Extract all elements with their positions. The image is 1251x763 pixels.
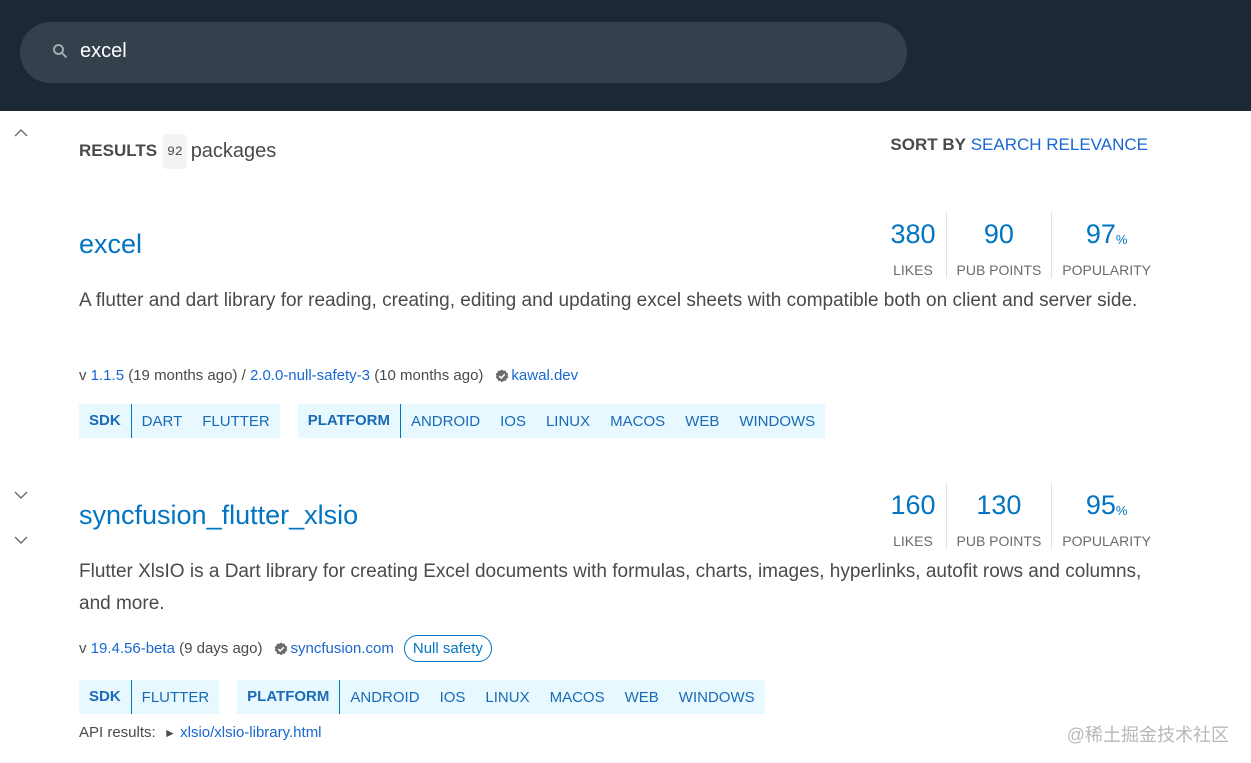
api-results: API results: ► xlsio/xlsio-library.html	[79, 724, 322, 741]
sort-value[interactable]: SEARCH RELEVANCE	[971, 135, 1148, 154]
sdk-tag-head[interactable]: SDK	[79, 680, 132, 714]
tag-dart[interactable]: DART	[132, 413, 193, 430]
results-count: 92	[163, 133, 187, 169]
search-icon	[53, 44, 68, 59]
version-link[interactable]: 1.1.5	[91, 367, 124, 384]
likes-score: 160 LIKES	[880, 483, 945, 549]
pub-points-score: 130 PUB POINTS	[945, 483, 1052, 549]
score-label: PUB POINTS	[956, 533, 1042, 549]
platform-tag-group: PLATFORM ANDROID IOS LINUX MACOS WEB WIN…	[297, 404, 826, 438]
null-safety-badge[interactable]: Null safety	[403, 635, 492, 662]
sdk-tag-head[interactable]: SDK	[79, 404, 132, 438]
results-label: RESULTS	[79, 141, 158, 160]
publisher-link[interactable]: syncfusion.com	[290, 640, 393, 657]
likes-score: 380 LIKES	[880, 212, 945, 278]
score-label: LIKES	[893, 262, 933, 278]
tag-macos[interactable]: MACOS	[600, 413, 675, 430]
prerelease-link[interactable]: 2.0.0-null-safety-3	[250, 367, 370, 384]
tag-ios[interactable]: IOS	[430, 689, 476, 706]
chevron-down-icon[interactable]	[14, 535, 28, 545]
play-marker-icon: ►	[164, 726, 176, 740]
package-tags: SDK FLUTTER PLATFORM ANDROID IOS LINUX M…	[79, 680, 783, 714]
tag-windows[interactable]: WINDOWS	[729, 413, 825, 430]
package-title[interactable]: excel	[79, 229, 142, 260]
verified-icon	[275, 642, 288, 655]
package-scores: 380 LIKES 90 PUB POINTS 97% POPULARITY	[880, 212, 1151, 278]
api-results-label: API results:	[79, 724, 156, 741]
score-value: 380	[890, 219, 936, 249]
score-value: 160	[890, 490, 936, 520]
package-scores: 160 LIKES 130 PUB POINTS 95% POPULARITY	[880, 483, 1151, 549]
tag-linux[interactable]: LINUX	[536, 413, 600, 430]
sdk-tag-group: SDK FLUTTER	[79, 680, 220, 714]
score-label: POPULARITY	[1062, 262, 1151, 278]
results-summary: RESULTS 92 packages	[79, 133, 276, 169]
chevron-down-icon[interactable]	[14, 490, 28, 500]
tag-windows[interactable]: WINDOWS	[669, 689, 765, 706]
tag-flutter[interactable]: FLUTTER	[132, 689, 220, 706]
publisher-link[interactable]: kawal.dev	[511, 367, 578, 384]
package-description: Flutter XlsIO is a Dart library for crea…	[79, 561, 1142, 614]
package-description: A flutter and dart library for reading, …	[79, 290, 1138, 311]
score-label: LIKES	[893, 533, 933, 549]
package-tags: SDK DART FLUTTER PLATFORM ANDROID IOS LI…	[79, 404, 843, 438]
sort-control[interactable]: SORT BY SEARCH RELEVANCE	[890, 135, 1148, 155]
platform-tag-head[interactable]: PLATFORM	[237, 680, 341, 714]
verified-icon	[496, 369, 509, 382]
api-result-link[interactable]: xlsio/xlsio-library.html	[180, 724, 321, 741]
tag-ios[interactable]: IOS	[490, 413, 536, 430]
tag-android[interactable]: ANDROID	[401, 413, 490, 430]
results-unit: packages	[190, 139, 277, 162]
package-meta: v 19.4.56-beta (9 days ago) syncfusion.c…	[79, 635, 492, 662]
package-meta: v 1.1.5 (19 months ago) / 2.0.0-null-saf…	[79, 367, 579, 384]
popularity-score: 97% POPULARITY	[1051, 212, 1151, 278]
sort-label: SORT BY	[890, 135, 966, 154]
tag-macos[interactable]: MACOS	[540, 689, 615, 706]
score-value: 95	[1085, 490, 1116, 520]
score-label: POPULARITY	[1062, 533, 1151, 549]
package-title[interactable]: syncfusion_flutter_xlsio	[79, 500, 358, 531]
score-value: 90	[983, 219, 1014, 249]
watermark: @稀土掘金技术社区	[1066, 725, 1229, 745]
chevron-up-icon[interactable]	[14, 128, 28, 138]
search-input[interactable]	[80, 40, 780, 63]
platform-tag-group: PLATFORM ANDROID IOS LINUX MACOS WEB WIN…	[237, 680, 765, 714]
popularity-score: 95% POPULARITY	[1051, 483, 1151, 549]
pub-points-score: 90 PUB POINTS	[945, 212, 1052, 278]
tag-web[interactable]: WEB	[615, 689, 669, 706]
score-value: 130	[976, 490, 1022, 520]
tag-android[interactable]: ANDROID	[340, 689, 429, 706]
package-item: excel 380 LIKES 90 PUB POINTS 97% POPULA…	[79, 212, 1151, 442]
sdk-tag-group: SDK DART FLUTTER	[79, 404, 280, 438]
version-link[interactable]: 19.4.56-beta	[91, 640, 175, 657]
package-item: syncfusion_flutter_xlsio 160 LIKES 130 P…	[79, 483, 1151, 733]
score-value: 97	[1085, 219, 1116, 249]
platform-tag-head[interactable]: PLATFORM	[298, 404, 401, 438]
tag-flutter[interactable]: FLUTTER	[192, 413, 280, 430]
top-bar	[0, 0, 1251, 111]
tag-web[interactable]: WEB	[675, 413, 729, 430]
score-label: PUB POINTS	[956, 262, 1042, 278]
tag-linux[interactable]: LINUX	[475, 689, 539, 706]
